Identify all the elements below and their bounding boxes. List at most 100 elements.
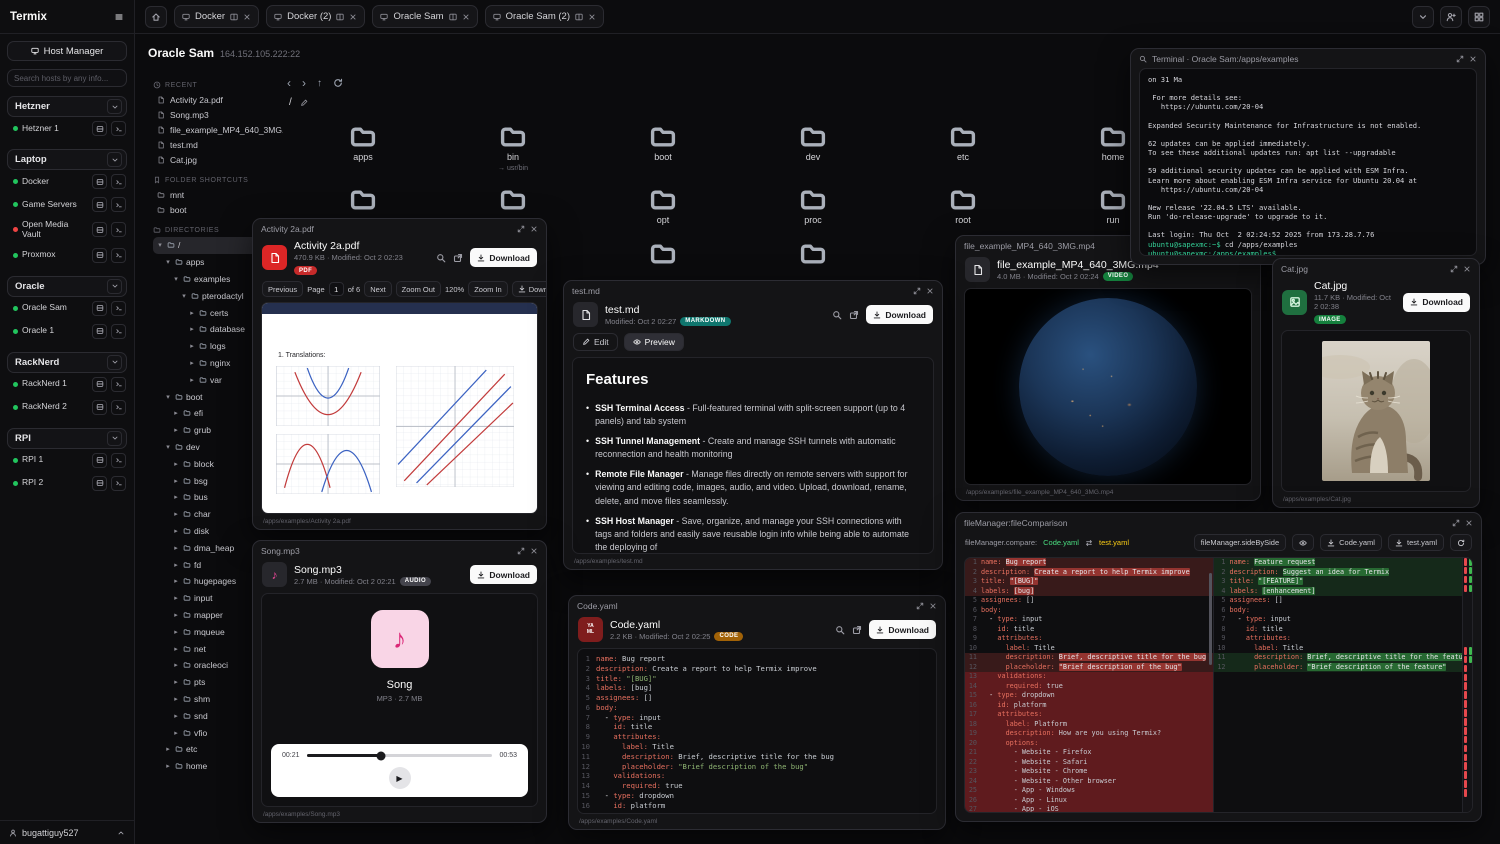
close-icon[interactable]: [929, 602, 937, 610]
home-button[interactable]: [145, 6, 167, 28]
maximize-icon[interactable]: [913, 287, 921, 295]
grid-item-proc[interactable]: proc: [758, 187, 868, 226]
edit-button[interactable]: Edit: [573, 333, 618, 351]
window-titlebar[interactable]: Code.yaml: [569, 596, 945, 615]
split-tab-icon[interactable]: [336, 13, 344, 21]
download-button[interactable]: Download: [866, 305, 933, 324]
host-manager-button[interactable]: Host Manager: [7, 41, 127, 61]
maximize-icon[interactable]: [1450, 265, 1458, 273]
refresh-diff-button[interactable]: [1450, 534, 1472, 551]
split-tab-icon[interactable]: [230, 13, 238, 21]
recent-file-song-mp3[interactable]: Song.mp3: [153, 107, 283, 122]
diff-window[interactable]: fileManager:fileComparison fileManager.c…: [955, 512, 1482, 822]
path-bar[interactable]: /: [289, 97, 308, 108]
shortcut-boot[interactable]: boot: [153, 202, 283, 217]
grid-item-boot[interactable]: boot: [608, 124, 718, 172]
search-icon[interactable]: [436, 253, 446, 263]
close-icon[interactable]: [1465, 519, 1473, 527]
window-titlebar[interactable]: fileManager:fileComparison: [956, 513, 1481, 532]
sidebar-footer[interactable]: bugattiguy527: [0, 820, 134, 844]
download-button[interactable]: Download: [470, 565, 537, 584]
download-right-button[interactable]: test.yaml: [1388, 534, 1444, 551]
terminal-output[interactable]: on 31 Ma For more details see: https://u…: [1139, 68, 1477, 256]
file-manager-button[interactable]: [92, 400, 107, 415]
chevron-down-icon[interactable]: [107, 355, 122, 370]
terminal-button[interactable]: [111, 174, 126, 189]
recent-file-test-md[interactable]: test.md: [153, 137, 283, 152]
share-icon[interactable]: [852, 625, 862, 635]
file-manager-button[interactable]: [92, 301, 107, 316]
maximize-icon[interactable]: [517, 225, 525, 233]
file-manager-button[interactable]: [92, 377, 107, 392]
grid-item-bin[interactable]: bin→ usr/bin: [458, 124, 568, 172]
host-rpi-2[interactable]: RPI 2: [7, 472, 127, 495]
recent-file-file-example-mp4-640-3mg[interactable]: file_example_MP4_640_3MG...: [153, 122, 283, 137]
scrollbar[interactable]: [1209, 573, 1212, 664]
host-racknerd-2[interactable]: RackNerd 2: [7, 396, 127, 419]
video-player[interactable]: [964, 288, 1252, 485]
host-oracle-1[interactable]: Oracle 1: [7, 320, 127, 343]
chevron-down-icon[interactable]: [107, 152, 122, 167]
code-window[interactable]: Code.yaml YAML Code.yaml 2.2 KB · Modifi…: [568, 595, 946, 830]
close-tab-icon[interactable]: [588, 13, 596, 21]
seek-thumb[interactable]: [376, 751, 385, 760]
recent-file-cat-jpg[interactable]: Cat.jpg: [153, 152, 283, 167]
markdown-window[interactable]: test.md test.md Modified: Oct 2 02:27 MA…: [563, 280, 943, 570]
tab-oracle-sam-2[interactable]: Oracle Sam (2): [485, 5, 604, 28]
pdf-window[interactable]: Activity 2a.pdf Activity 2a.pdf 470.9 KB…: [252, 218, 547, 530]
video-window[interactable]: file_example_MP4_640_3MG.mp4 file_exampl…: [955, 235, 1261, 501]
terminal-button[interactable]: [111, 377, 126, 392]
terminal-button[interactable]: [111, 248, 126, 263]
search-icon[interactable]: [832, 310, 842, 320]
tab-docker[interactable]: Docker: [174, 5, 259, 28]
pdf-viewer[interactable]: 1. Translations:: [261, 302, 538, 514]
host-proxmox[interactable]: Proxmox: [7, 244, 127, 267]
image-window[interactable]: Cat.jpg Cat.jpg 11.7 KB · Modified: Oct …: [1272, 258, 1480, 508]
tab-oracle-sam[interactable]: Oracle Sam: [372, 5, 477, 28]
window-titlebar[interactable]: Cat.jpg: [1273, 259, 1479, 278]
grid-item-dev[interactable]: dev: [758, 124, 868, 172]
host-docker[interactable]: Docker: [7, 170, 127, 193]
up-button[interactable]: ↑: [317, 78, 322, 89]
close-tab-icon[interactable]: [462, 13, 470, 21]
grid-item-folder[interactable]: [608, 241, 718, 267]
split-tab-icon[interactable]: [575, 13, 583, 21]
host-rpi-1[interactable]: RPI 1: [7, 449, 127, 472]
menu-icon[interactable]: [114, 12, 124, 22]
toggle-view-button[interactable]: [1292, 534, 1314, 551]
forward-button[interactable]: ›: [302, 76, 306, 90]
chevron-down-icon[interactable]: [107, 431, 122, 446]
search-icon[interactable]: [1139, 55, 1147, 63]
diff-left-pane[interactable]: 1name: Bug report2description: Create a …: [965, 558, 1214, 812]
host-group-hetzner[interactable]: Hetzner: [7, 96, 127, 117]
play-button[interactable]: ▶: [389, 767, 411, 789]
apps-grid-button[interactable]: [1468, 6, 1490, 28]
file-manager-button[interactable]: [92, 222, 107, 237]
close-tab-icon[interactable]: [349, 13, 357, 21]
zoom-out-button[interactable]: Zoom Out: [396, 281, 441, 297]
download-button[interactable]: Download: [869, 620, 936, 639]
terminal-button[interactable]: [111, 301, 126, 316]
shortcut-mnt[interactable]: mnt: [153, 187, 283, 202]
markdown-preview[interactable]: Features •SSH Terminal Access - Full-fea…: [572, 357, 934, 554]
host-open-media-vault[interactable]: Open Media Vault: [7, 216, 127, 244]
file-manager-button[interactable]: [92, 476, 107, 491]
diff-right-pane[interactable]: 1name: Feature request2description: Sugg…: [1214, 558, 1463, 812]
maximize-icon[interactable]: [916, 602, 924, 610]
file-manager-button[interactable]: [92, 324, 107, 339]
download-button[interactable]: Download: [1403, 293, 1470, 312]
grid-item-folder[interactable]: [758, 241, 868, 267]
chevron-down-icon[interactable]: [107, 99, 122, 114]
pdf-download-button[interactable]: Download: [512, 281, 546, 297]
audio-window[interactable]: Song.mp3 ♪ Song.mp3 2.7 MB · Modified: O…: [252, 540, 547, 823]
close-icon[interactable]: [530, 225, 538, 233]
side-by-side-button[interactable]: fileManager.sideBySide: [1194, 534, 1286, 551]
host-hetzner-1[interactable]: Hetzner 1: [7, 117, 127, 140]
host-game-servers[interactable]: Game Servers: [7, 193, 127, 216]
diff-minimap[interactable]: [1462, 558, 1472, 812]
host-group-rpi[interactable]: RPI: [7, 428, 127, 449]
page-number-input[interactable]: 1: [329, 282, 344, 296]
chevron-down-icon[interactable]: [107, 279, 122, 294]
terminal-button[interactable]: [111, 324, 126, 339]
share-icon[interactable]: [453, 253, 463, 263]
